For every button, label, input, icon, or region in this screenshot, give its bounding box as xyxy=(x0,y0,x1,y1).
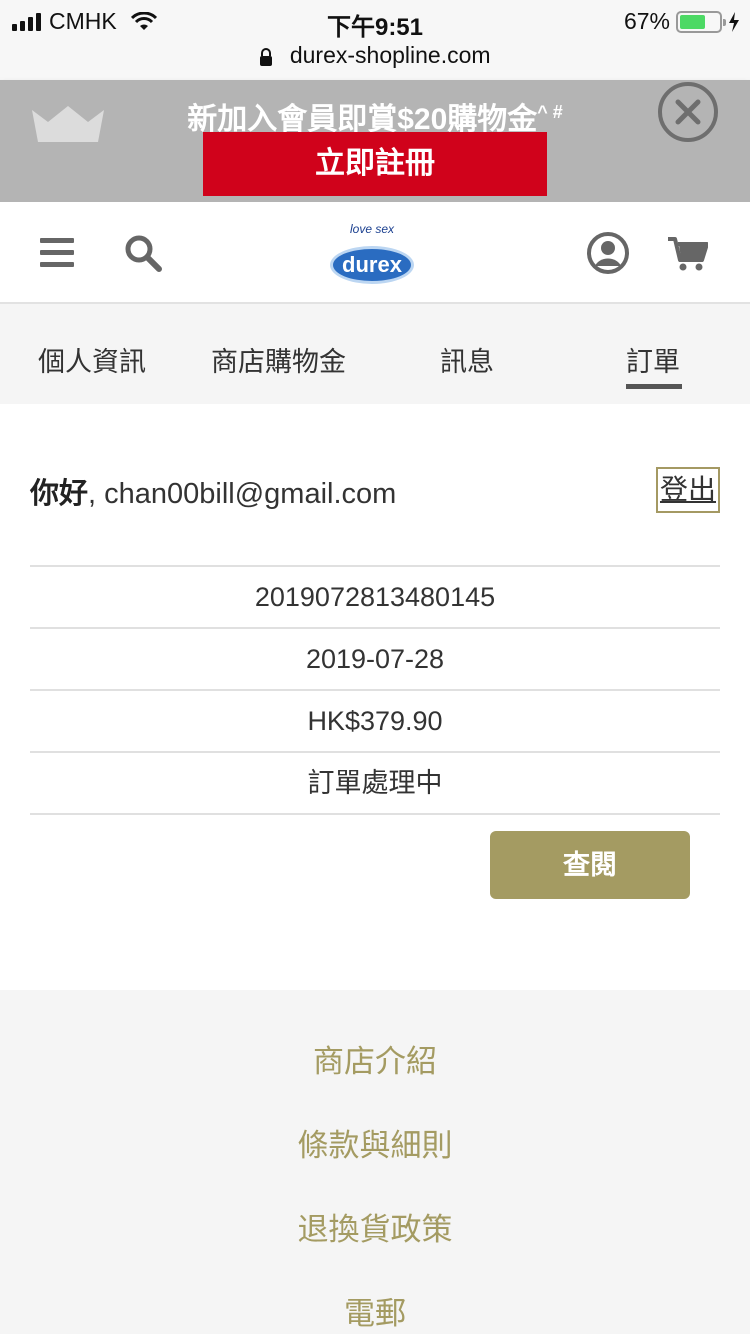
promo-banner: 新加入會員即賞$20購物金^ # 立即註冊 xyxy=(0,80,750,202)
greeting-separator: , xyxy=(88,478,97,510)
user-account-icon[interactable] xyxy=(587,232,629,274)
status-bar-right: 67% xyxy=(624,8,740,35)
address-bar[interactable]: durex-shopline.com xyxy=(0,40,750,80)
logo-tagline: love sex xyxy=(349,222,395,236)
battery-icon xyxy=(676,10,726,33)
url-text: durex-shopline.com xyxy=(289,42,491,68)
shopping-cart-icon[interactable] xyxy=(668,236,708,272)
site-header: love sex durex xyxy=(0,202,750,304)
close-icon[interactable] xyxy=(656,80,720,144)
view-order-button[interactable]: 查閱 xyxy=(490,831,690,899)
order-total: HK$379.90 xyxy=(30,691,720,753)
tab-orders[interactable]: 訂單 xyxy=(626,340,680,379)
greeting: 你好, chan00bill@gmail.com xyxy=(30,470,396,512)
tab-store-credit[interactable]: 商店購物金 xyxy=(211,340,346,379)
footer-link-about-store[interactable]: 商店介紹 xyxy=(0,1036,750,1081)
site-footer: 商店介紹 條款與細則 退換貨政策 電郵 xyxy=(0,990,750,1334)
greeting-label: 你好 xyxy=(30,478,89,510)
order-number: 2019072813480145 xyxy=(30,567,720,629)
footer-link-return-policy[interactable]: 退換貨政策 xyxy=(0,1204,750,1249)
durex-logo[interactable]: love sex durex xyxy=(326,216,418,292)
active-tab-indicator xyxy=(626,384,682,389)
logo-brand: durex xyxy=(330,246,414,284)
user-email: chan00bill@gmail.com xyxy=(104,478,397,510)
logout-button[interactable]: 登出 xyxy=(656,467,720,513)
account-tabs: 個人資訊 商店購物金 訊息 訂單 xyxy=(0,304,750,404)
register-now-button[interactable]: 立即註冊 xyxy=(203,132,547,196)
order-date: 2019-07-28 xyxy=(30,629,720,691)
lock-icon xyxy=(260,47,273,66)
hamburger-menu-icon[interactable] xyxy=(40,238,74,268)
charging-bolt-icon xyxy=(729,11,739,32)
tab-profile[interactable]: 個人資訊 xyxy=(38,340,146,379)
battery-percent: 67% xyxy=(623,8,670,34)
tab-messages[interactable]: 訊息 xyxy=(440,340,494,379)
promo-superscript: ^ # xyxy=(537,102,563,122)
status-bar: CMHK 下午9:51 67% xyxy=(0,0,750,41)
order-summary: 2019072813480145 2019-07-28 HK$379.90 訂單… xyxy=(30,565,720,815)
order-status: 訂單處理中 xyxy=(30,753,720,815)
footer-link-terms[interactable]: 條款與細則 xyxy=(0,1120,750,1165)
search-icon[interactable] xyxy=(124,234,162,272)
footer-link-email[interactable]: 電郵 xyxy=(0,1288,750,1333)
